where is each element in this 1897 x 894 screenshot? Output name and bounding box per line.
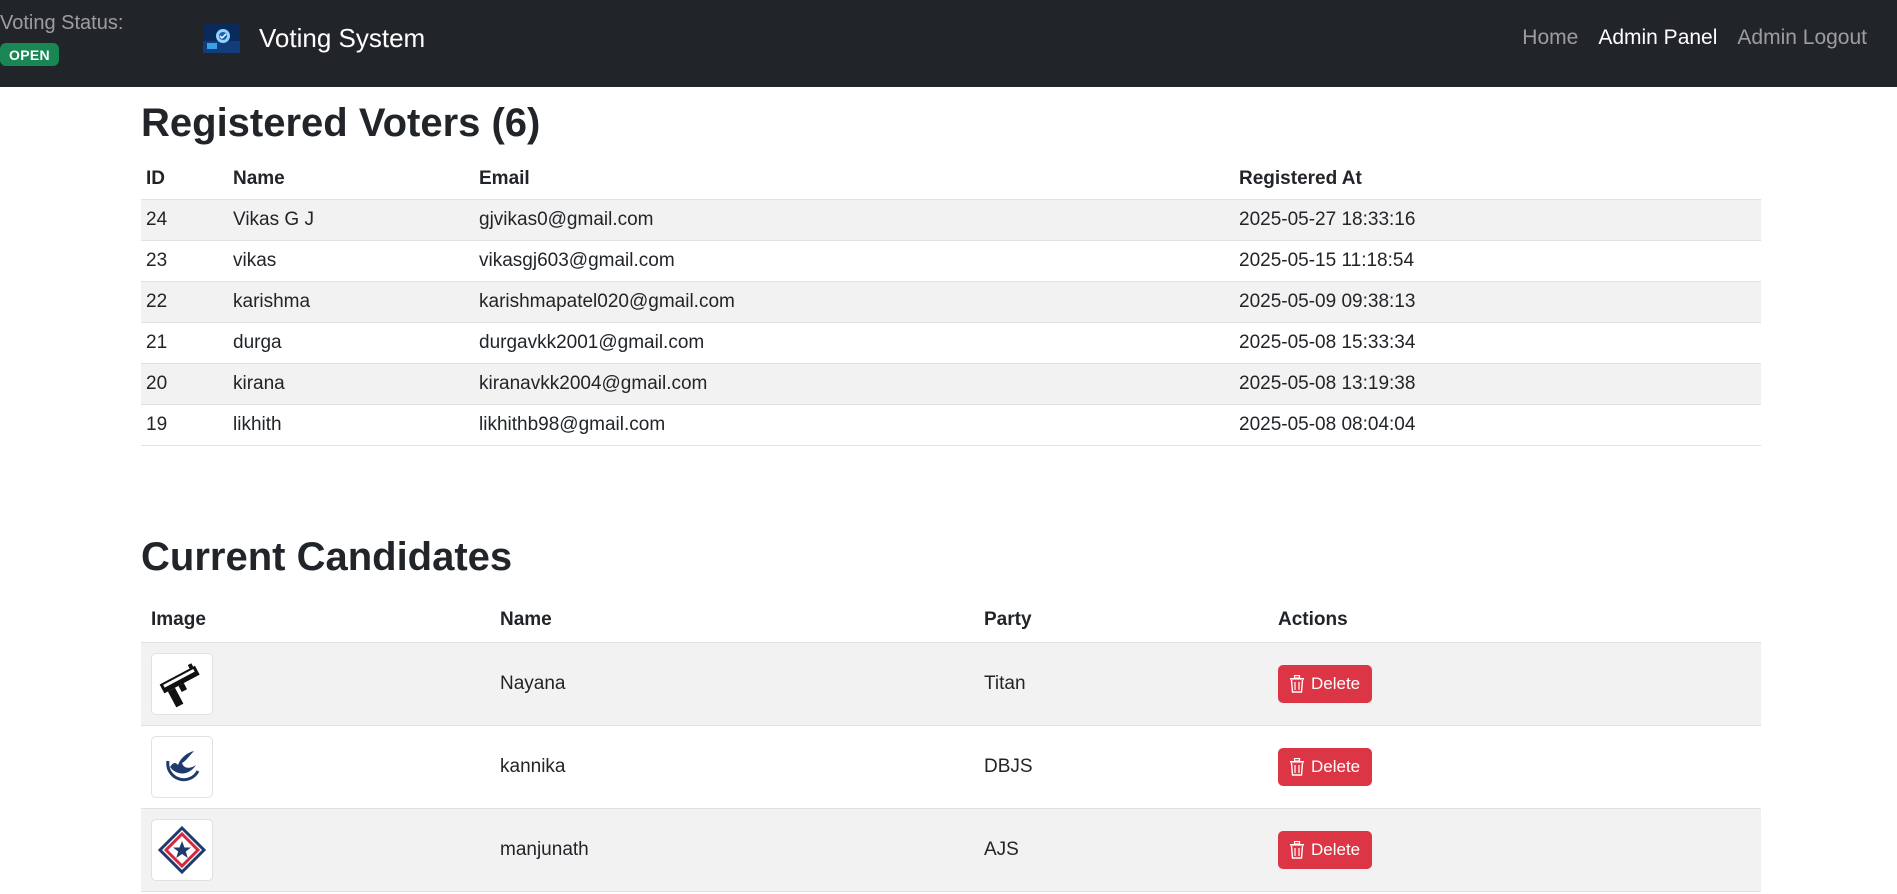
candidate-image-cell bbox=[141, 642, 490, 726]
column-header-registered-at: Registered At bbox=[1234, 159, 1761, 200]
column-header-actions: Actions bbox=[1268, 598, 1761, 643]
voter-registered-at: 2025-05-08 08:04:04 bbox=[1234, 404, 1761, 446]
star-diamond-symbol-icon bbox=[157, 825, 207, 874]
voter-email: likhithb98@gmail.com bbox=[474, 404, 1234, 446]
voter-name: Vikas G J bbox=[228, 199, 474, 241]
candidate-actions: Delete bbox=[1268, 642, 1761, 726]
candidate-party: DBJS bbox=[974, 725, 1268, 809]
nav-home[interactable]: Home bbox=[1512, 22, 1588, 54]
table-row: manjunath AJS Delete bbox=[141, 808, 1761, 892]
table-row: kannika DBJS Delete bbox=[141, 725, 1761, 809]
candidate-image bbox=[151, 735, 213, 798]
trash-icon bbox=[1290, 674, 1304, 693]
column-header-name: Name bbox=[490, 598, 974, 643]
brand[interactable]: Voting System bbox=[203, 18, 425, 58]
gun-symbol-icon bbox=[159, 662, 200, 707]
voter-name: likhith bbox=[228, 404, 474, 446]
voter-email: gjvikas0@gmail.com bbox=[474, 199, 1234, 241]
voters-table: ID Name Email Registered At 24 Vikas G J… bbox=[141, 159, 1761, 446]
voter-id: 20 bbox=[141, 363, 228, 405]
bird-symbol-icon bbox=[166, 750, 200, 781]
column-header-name: Name bbox=[228, 159, 474, 200]
voter-registered-at: 2025-05-08 15:33:34 bbox=[1234, 322, 1761, 364]
candidate-image-cell bbox=[141, 808, 490, 892]
voter-id: 24 bbox=[141, 199, 228, 241]
delete-button[interactable]: Delete bbox=[1278, 664, 1373, 703]
candidate-name: Nayana bbox=[490, 642, 974, 726]
delete-button-label: Delete bbox=[1311, 839, 1361, 859]
column-header-party: Party bbox=[974, 598, 1268, 643]
navbar: Voting Status: OPEN Voting System Home A… bbox=[0, 0, 1897, 87]
candidate-party: Titan bbox=[974, 642, 1268, 726]
delete-button[interactable]: Delete bbox=[1278, 830, 1373, 869]
voting-status: Voting Status: OPEN bbox=[0, 10, 123, 66]
candidate-image bbox=[151, 818, 213, 881]
candidate-image bbox=[151, 652, 213, 715]
table-row: 22 karishma karishmapatel020@gmail.com 2… bbox=[141, 281, 1761, 323]
delete-button-label: Delete bbox=[1311, 673, 1361, 693]
table-row: 21 durga durgavkk2001@gmail.com 2025-05-… bbox=[141, 322, 1761, 364]
brand-title: Voting System bbox=[259, 23, 426, 53]
voter-registered-at: 2025-05-09 09:38:13 bbox=[1234, 281, 1761, 323]
candidate-actions: Delete bbox=[1268, 808, 1761, 892]
voter-registered-at: 2025-05-15 11:18:54 bbox=[1234, 240, 1761, 282]
nav-admin-logout[interactable]: Admin Logout bbox=[1727, 22, 1877, 54]
voter-id: 22 bbox=[141, 281, 228, 323]
candidates-table: Image Name Party Actions Nayana Titan De… bbox=[141, 598, 1761, 892]
voter-name: kirana bbox=[228, 363, 474, 405]
voter-id: 21 bbox=[141, 322, 228, 364]
voter-email: vikasgj603@gmail.com bbox=[474, 240, 1234, 282]
voters-title: Registered Voters (6) bbox=[141, 101, 541, 145]
candidate-name: kannika bbox=[490, 725, 974, 809]
voter-name: durga bbox=[228, 322, 474, 364]
trash-icon bbox=[1290, 840, 1304, 859]
voter-email: karishmapatel020@gmail.com bbox=[474, 281, 1234, 323]
voter-email: kiranavkk2004@gmail.com bbox=[474, 363, 1234, 405]
nav-links: Home Admin Panel Admin Logout bbox=[1512, 22, 1877, 54]
table-row: 20 kirana kiranavkk2004@gmail.com 2025-0… bbox=[141, 363, 1761, 405]
column-header-email: Email bbox=[474, 159, 1234, 200]
candidate-image-cell bbox=[141, 725, 490, 809]
delete-button-label: Delete bbox=[1311, 756, 1361, 776]
table-header-row: ID Name Email Registered At bbox=[141, 159, 1761, 200]
voter-id: 23 bbox=[141, 240, 228, 282]
voter-name: vikas bbox=[228, 240, 474, 282]
trash-icon bbox=[1290, 757, 1304, 776]
candidate-party: AJS bbox=[974, 808, 1268, 892]
table-row: 24 Vikas G J gjvikas0@gmail.com 2025-05-… bbox=[141, 199, 1761, 241]
voting-status-label: Voting Status: bbox=[0, 12, 124, 34]
status-badge: OPEN bbox=[0, 43, 59, 66]
voter-registered-at: 2025-05-08 13:19:38 bbox=[1234, 363, 1761, 405]
column-header-id: ID bbox=[141, 159, 228, 200]
voter-name: karishma bbox=[228, 281, 474, 323]
voter-registered-at: 2025-05-27 18:33:16 bbox=[1234, 199, 1761, 241]
table-row: Nayana Titan Delete bbox=[141, 642, 1761, 726]
table-row: 23 vikas vikasgj603@gmail.com 2025-05-15… bbox=[141, 240, 1761, 282]
table-row: 19 likhith likhithb98@gmail.com 2025-05-… bbox=[141, 404, 1761, 446]
candidate-name: manjunath bbox=[490, 808, 974, 892]
voter-id: 19 bbox=[141, 404, 228, 446]
delete-button[interactable]: Delete bbox=[1278, 747, 1373, 786]
voter-email: durgavkk2001@gmail.com bbox=[474, 322, 1234, 364]
candidates-title: Current Candidates bbox=[141, 535, 513, 579]
voting-logo-icon bbox=[203, 23, 240, 53]
column-header-image: Image bbox=[141, 598, 490, 643]
table-header-row: Image Name Party Actions bbox=[141, 598, 1761, 643]
candidate-actions: Delete bbox=[1268, 725, 1761, 809]
nav-admin-panel[interactable]: Admin Panel bbox=[1588, 22, 1727, 54]
